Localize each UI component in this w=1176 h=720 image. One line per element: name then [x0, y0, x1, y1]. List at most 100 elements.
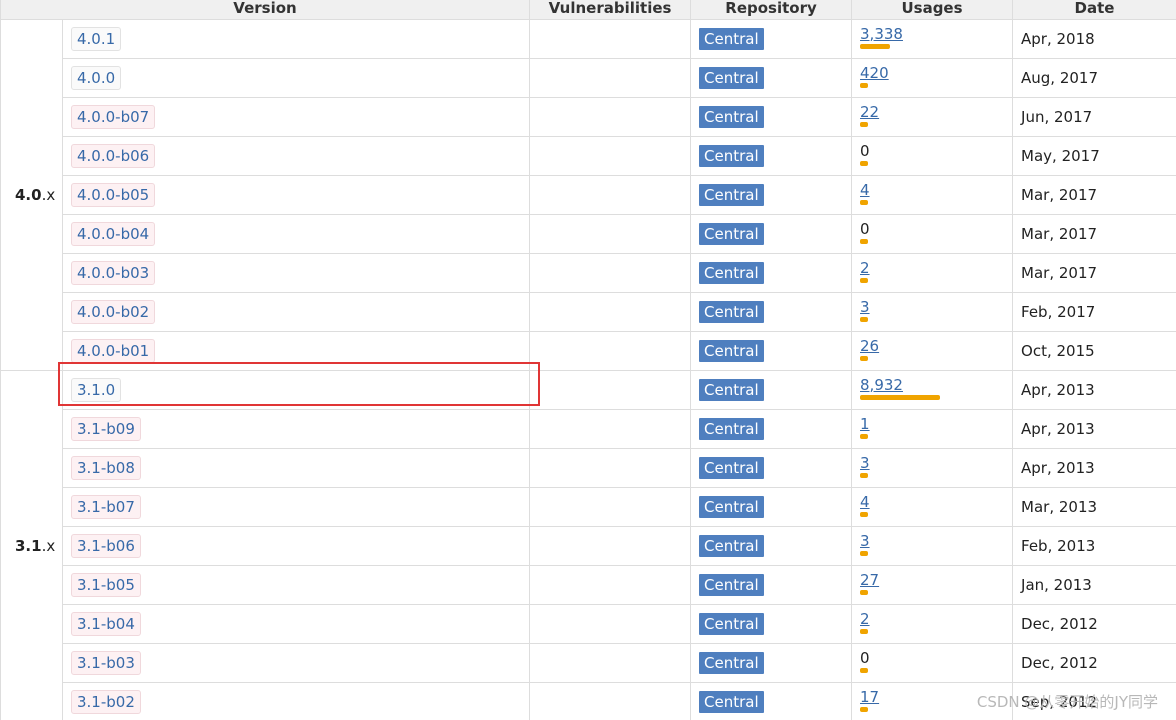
- version-cell: 4.0.1: [61, 19, 531, 59]
- version-cell: 3.1-b09: [61, 409, 531, 449]
- repository-badge[interactable]: Central: [699, 418, 764, 440]
- version-link[interactable]: 3.1.0: [71, 378, 122, 402]
- date-cell: Aug, 2017: [1012, 58, 1176, 98]
- repository-badge[interactable]: Central: [699, 301, 764, 323]
- version-link[interactable]: 3.1-b08: [71, 456, 141, 480]
- version-link[interactable]: 4.0.0-b04: [71, 222, 156, 246]
- version-link[interactable]: 4.0.0-b07: [71, 105, 156, 129]
- repository-cell: Central: [690, 643, 853, 683]
- repository-badge[interactable]: Central: [699, 223, 764, 245]
- usages-link[interactable]: 27: [860, 572, 1012, 588]
- repository-badge[interactable]: Central: [699, 652, 764, 674]
- version-cell: 3.1-b06: [61, 526, 531, 566]
- repository-badge[interactable]: Central: [699, 106, 764, 128]
- usage-bar: [860, 589, 869, 595]
- version-link[interactable]: 3.1-b07: [71, 495, 141, 519]
- header-date[interactable]: Date: [1012, 0, 1176, 20]
- header-repository[interactable]: Repository: [690, 0, 853, 20]
- group-suffix: .x: [41, 186, 56, 204]
- date-cell: Feb, 2013: [1012, 526, 1176, 566]
- repository-cell: Central: [690, 331, 853, 371]
- repository-cell: Central: [690, 409, 853, 449]
- usages-cell: 2: [851, 604, 1014, 644]
- usages-link[interactable]: 4: [860, 494, 1012, 510]
- repository-cell: Central: [690, 97, 853, 137]
- repository-cell: Central: [690, 175, 853, 215]
- version-link[interactable]: 3.1-b02: [71, 690, 141, 714]
- repository-badge[interactable]: Central: [699, 613, 764, 635]
- table-row: 3.1-b03 Central 0 Dec, 2012: [1, 643, 1176, 683]
- version-cell: 4.0.0: [61, 58, 531, 98]
- usages-link[interactable]: 22: [860, 104, 1012, 120]
- repository-badge[interactable]: Central: [699, 184, 764, 206]
- usages-link[interactable]: 3,338: [860, 26, 1012, 42]
- usages-link[interactable]: 8,932: [860, 377, 1012, 393]
- usages-link[interactable]: 2: [860, 611, 1012, 627]
- usages-link: 0: [860, 219, 870, 238]
- version-cell: 4.0.0-b03: [61, 253, 531, 293]
- usages-cell: 3,338: [851, 19, 1014, 59]
- usages-link[interactable]: 3: [860, 455, 1012, 471]
- repository-badge[interactable]: Central: [699, 379, 764, 401]
- usage-bar: [860, 160, 869, 166]
- versions-table: Version Vulnerabilities Repository Usage…: [0, 0, 1176, 720]
- vulnerabilities-cell: [529, 253, 692, 293]
- header-version[interactable]: Version: [0, 0, 531, 20]
- usages-link[interactable]: 4: [860, 182, 1012, 198]
- version-link[interactable]: 4.0.0-b06: [71, 144, 156, 168]
- repository-badge[interactable]: Central: [699, 535, 764, 557]
- usages-cell: 27: [851, 565, 1014, 605]
- vulnerabilities-cell: [529, 643, 692, 683]
- version-link[interactable]: 4.0.1: [71, 27, 122, 51]
- page: Version Vulnerabilities Repository Usage…: [0, 0, 1176, 720]
- table-row: 3.1.x 3.1.0 Central 8,932 Apr, 2013: [0, 370, 1176, 720]
- version-link[interactable]: 3.1-b03: [71, 651, 141, 675]
- version-link[interactable]: 4.0.0-b01: [71, 339, 156, 363]
- version-link[interactable]: 4.0.0: [71, 66, 122, 90]
- header-vulnerabilities[interactable]: Vulnerabilities: [529, 0, 692, 20]
- usages-link[interactable]: 3: [860, 533, 1012, 549]
- version-link[interactable]: 4.0.0-b03: [71, 261, 156, 285]
- table-row: 4.0.0-b02 Central 3 Feb, 2017: [1, 292, 1176, 332]
- version-link[interactable]: 3.1-b06: [71, 534, 141, 558]
- date-cell: Dec, 2012: [1012, 643, 1176, 683]
- usages-link[interactable]: 26: [860, 338, 1012, 354]
- version-link[interactable]: 3.1-b05: [71, 573, 141, 597]
- repository-badge[interactable]: Central: [699, 691, 764, 713]
- version-link[interactable]: 3.1-b09: [71, 417, 141, 441]
- repository-cell: Central: [690, 214, 853, 254]
- version-cell: 4.0.0-b07: [61, 97, 531, 137]
- usages-link[interactable]: 1: [860, 416, 1012, 432]
- table-row: 4.0.0-b07 Central 22 Jun, 2017: [1, 97, 1176, 137]
- usage-bar: [860, 277, 869, 283]
- usage-bar: [860, 511, 869, 517]
- repository-cell: Central: [690, 370, 853, 410]
- version-link[interactable]: 3.1-b04: [71, 612, 141, 636]
- date-cell: Dec, 2012: [1012, 604, 1176, 644]
- version-link[interactable]: 4.0.0-b02: [71, 300, 156, 324]
- repository-badge[interactable]: Central: [699, 340, 764, 362]
- usages-link[interactable]: 3: [860, 299, 1012, 315]
- usage-bar: [860, 433, 869, 439]
- table-header-row: Version Vulnerabilities Repository Usage…: [0, 0, 1176, 20]
- usages-link[interactable]: 2: [860, 260, 1012, 276]
- repository-badge[interactable]: Central: [699, 457, 764, 479]
- vulnerabilities-cell: [529, 19, 692, 59]
- version-cell: 3.1-b08: [61, 448, 531, 488]
- repository-badge[interactable]: Central: [699, 67, 764, 89]
- repository-badge[interactable]: Central: [699, 262, 764, 284]
- usage-bar: [860, 199, 869, 205]
- table-row: 4.0.x 4.0.1 Central 3,338 Apr, 2018: [0, 19, 1176, 371]
- repository-badge[interactable]: Central: [699, 28, 764, 50]
- repository-cell: Central: [690, 565, 853, 605]
- repository-badge[interactable]: Central: [699, 574, 764, 596]
- usage-bar: [860, 394, 941, 400]
- usages-link[interactable]: 420: [860, 65, 1012, 81]
- repository-badge[interactable]: Central: [699, 496, 764, 518]
- repository-badge[interactable]: Central: [699, 145, 764, 167]
- version-link[interactable]: 4.0.0-b05: [71, 183, 156, 207]
- version-group-label: 4.0.x: [0, 19, 63, 371]
- repository-cell: Central: [690, 19, 853, 59]
- header-usages[interactable]: Usages: [851, 0, 1014, 20]
- usage-bar: [860, 550, 869, 556]
